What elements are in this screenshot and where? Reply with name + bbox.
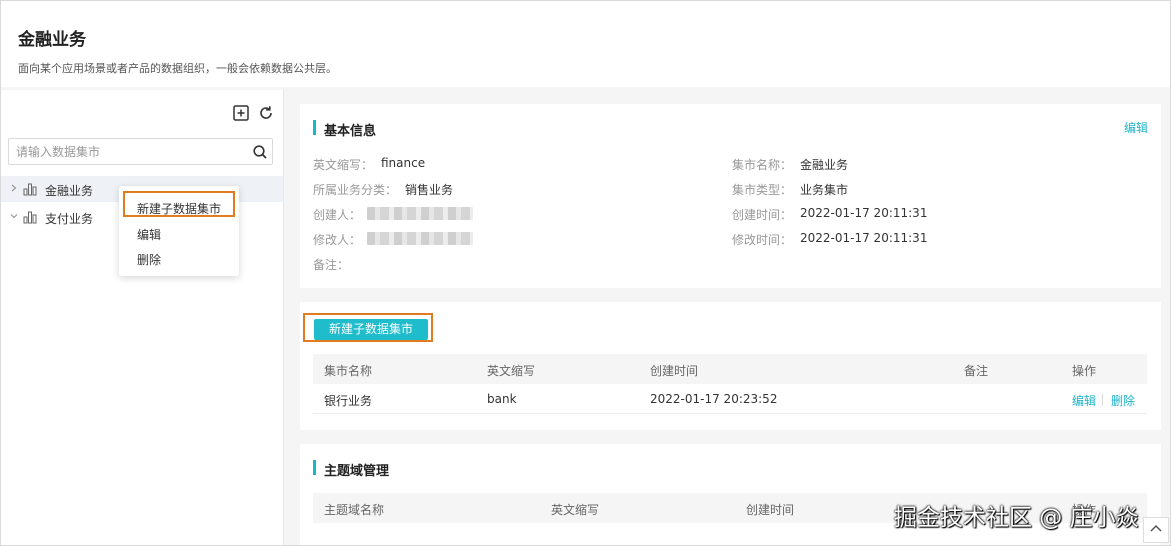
info-label: 创建时间：	[732, 208, 793, 222]
section-title: 基本信息	[324, 124, 377, 139]
expand-icon	[1150, 524, 1162, 532]
tree-item-label: 支付业务	[45, 212, 94, 226]
watermark: 掘金技术社区 @ 庄小焱	[894, 505, 1139, 531]
basic-info-card: 基本信息 编辑 英文缩写： finance 所属业务分类： 销售业务 创建人： …	[300, 104, 1161, 288]
scroll-button[interactable]	[1143, 517, 1169, 543]
app-frame: 金融业务 面向某个应用场景或者产品的数据组织，一般会依赖数据公共层。 请输入数据…	[0, 0, 1171, 546]
mart-icon	[23, 183, 37, 196]
tree-item-label: 金融业务	[45, 184, 94, 198]
info-label: 修改时间：	[732, 233, 793, 247]
column-header: 英文缩写	[551, 503, 600, 517]
section-title: 主题域管理	[324, 464, 390, 479]
cell-created: 2022-01-17 20:23:52	[650, 392, 778, 406]
info-value: 业务集市	[800, 183, 849, 197]
info-label: 修改人：	[313, 233, 362, 247]
table-row: 银行业务 bank 2022-01-17 20:23:52 编辑 删除	[313, 384, 1147, 414]
column-header: 操作	[1072, 364, 1097, 378]
info-value: 2022-01-17 20:11:31	[800, 231, 928, 245]
row-delete-link[interactable]: 删除	[1111, 392, 1135, 409]
info-label: 英文缩写：	[313, 158, 374, 172]
info-label: 集市名称：	[732, 158, 793, 172]
page-description: 面向某个应用场景或者产品的数据组织，一般会依赖数据公共层。	[18, 62, 337, 75]
menu-item-delete[interactable]: 删除	[137, 251, 161, 268]
chevron-down-icon[interactable]	[9, 211, 19, 221]
info-label: 创建人：	[313, 208, 362, 222]
cell-name: 银行业务	[324, 394, 373, 408]
info-value: 金融业务	[800, 158, 849, 172]
redacted-creator	[367, 207, 473, 220]
info-label: 所属业务分类：	[313, 183, 398, 197]
section-accent-bar	[313, 460, 316, 475]
action-divider	[1102, 394, 1103, 406]
cell-abbr: bank	[487, 392, 517, 406]
redacted-modifier	[367, 232, 473, 245]
mart-search-input[interactable]	[9, 139, 245, 164]
sub-mart-card: 新建子数据集市 集市名称 英文缩写 创建时间 备注 操作 银行业务 bank 2…	[300, 302, 1161, 430]
info-label: 备注：	[313, 258, 350, 272]
info-label: 集市类型：	[732, 183, 793, 197]
edit-info-link[interactable]: 编辑	[1124, 119, 1148, 136]
chevron-right-icon[interactable]	[9, 183, 19, 193]
column-header: 英文缩写	[487, 364, 536, 378]
mart-search-box[interactable]	[8, 138, 273, 165]
menu-item-new-sub-mart[interactable]: 新建子数据集市	[137, 200, 221, 217]
column-header: 备注	[964, 364, 989, 378]
page-title: 金融业务	[18, 30, 86, 50]
add-square-icon[interactable]	[232, 104, 250, 122]
row-edit-link[interactable]: 编辑	[1072, 392, 1096, 409]
column-header: 创建时间	[746, 503, 795, 517]
column-header: 创建时间	[650, 364, 699, 378]
column-header: 集市名称	[324, 364, 373, 378]
refresh-icon[interactable]	[257, 104, 275, 122]
info-value: finance	[381, 156, 426, 170]
search-icon[interactable]	[252, 144, 268, 160]
column-header: 主题域名称	[324, 503, 385, 517]
menu-item-edit[interactable]: 编辑	[137, 226, 161, 243]
page-header: 金融业务 面向某个应用场景或者产品的数据组织，一般会依赖数据公共层。	[1, 1, 1170, 87]
tree-context-menu: 新建子数据集市 编辑 删除	[119, 186, 239, 276]
table-header: 集市名称 英文缩写 创建时间 备注 操作	[313, 354, 1147, 384]
info-value: 销售业务	[405, 183, 454, 197]
section-accent-bar	[313, 120, 316, 135]
info-value: 2022-01-17 20:11:31	[800, 206, 928, 220]
mart-tree-panel: 金融业务 支付业务	[1, 90, 284, 545]
new-sub-mart-button[interactable]: 新建子数据集市	[314, 319, 428, 340]
mart-icon	[23, 211, 37, 224]
